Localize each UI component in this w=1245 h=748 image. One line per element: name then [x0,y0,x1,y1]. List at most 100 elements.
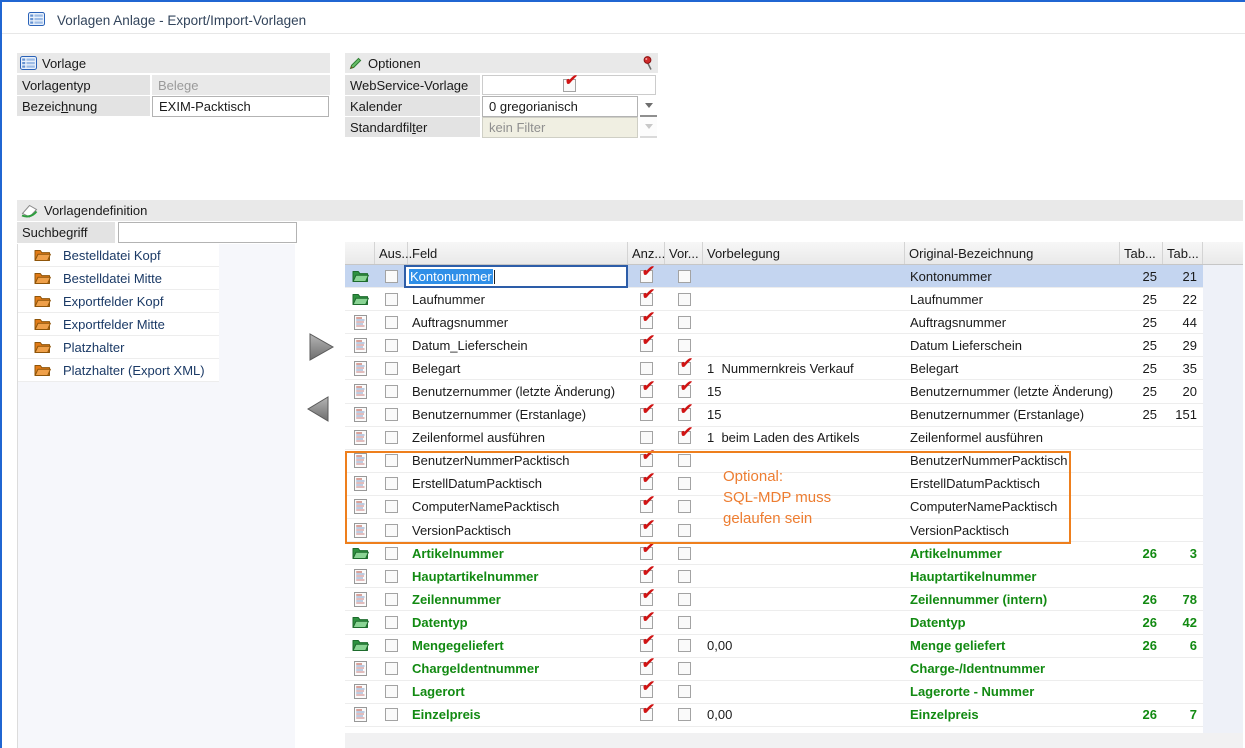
vorbelegung-checkbox[interactable] [678,547,691,560]
pin-icon[interactable] [642,56,654,74]
column-header-aus[interactable]: Aus... [375,242,408,264]
column-header-tab1[interactable]: Tab... [1120,242,1163,264]
feld-cell[interactable]: Einzelpreis [408,704,628,726]
vorbelegung-checkbox[interactable] [678,662,691,675]
aus-checkbox[interactable] [385,339,398,352]
feld-cell[interactable]: Benutzernummer (letzte Änderung) [408,380,628,402]
feld-cell[interactable]: Chargeldentnummer [408,658,628,680]
anzeigen-checkbox[interactable]: ✔ [640,270,653,283]
vorbelegung-checkbox[interactable] [678,616,691,629]
feld-cell[interactable]: Kontonummer [408,265,628,287]
anzeigen-checkbox[interactable]: ✔ [640,316,653,329]
kalender-dropdown-button[interactable] [640,96,657,117]
anzeigen-checkbox[interactable] [640,431,653,444]
aus-checkbox[interactable] [385,408,398,421]
vorbelegung-checkbox[interactable] [678,593,691,606]
table-row[interactable]: Kontonummer✔Kontonummer2521 [345,265,1203,288]
anzeigen-checkbox[interactable]: ✔ [640,293,653,306]
vorbelegung-checkbox[interactable] [678,708,691,721]
vorbelegung-checkbox[interactable] [678,454,691,467]
kalender-select[interactable]: 0 gregorianisch [482,96,638,117]
column-header-vorbelegung[interactable]: Vorbelegung [703,242,905,264]
feld-cell[interactable]: Auftragsnummer [408,311,628,333]
aus-checkbox[interactable] [385,477,398,490]
anzeigen-checkbox[interactable]: ✔ [640,454,653,467]
folder-item[interactable]: Bestelldatei Kopf [18,244,219,267]
feld-cell[interactable]: Zeilenformel ausführen [408,427,628,449]
table-row[interactable]: Mengegeliefert✔0,00Menge geliefert266 [345,635,1203,658]
aus-checkbox[interactable] [385,431,398,444]
table-row[interactable]: Artikelnummer✔Artikelnummer263 [345,542,1203,565]
aus-checkbox[interactable] [385,570,398,583]
anzeigen-checkbox[interactable]: ✔ [640,500,653,513]
feld-cell[interactable]: Lagerort [408,681,628,703]
feld-cell[interactable]: ErstellDatumPacktisch [408,473,628,495]
table-row[interactable]: Hauptartikelnummer✔Hauptartikelnummer [345,565,1203,588]
folder-item[interactable]: Platzhalter (Export XML) [18,359,219,382]
suchbegriff-input[interactable] [118,222,297,243]
anzeigen-checkbox[interactable]: ✔ [640,339,653,352]
table-row[interactable]: Zeilenformel ausführen✔1 beim Laden des … [345,427,1203,450]
column-header-original-bezeichnung[interactable]: Original-Bezeichnung [905,242,1120,264]
table-row[interactable]: Belegart✔1 Nummernkreis VerkaufBelegart2… [345,357,1203,380]
folder-item[interactable]: Bestelldatei Mitte [18,267,219,290]
move-left-arrow-button[interactable] [306,396,330,425]
vorbelegung-checkbox[interactable] [678,500,691,513]
table-row[interactable]: Chargeldentnummer✔Charge-/Identnummer [345,658,1203,681]
feld-cell[interactable]: Datum_Lieferschein [408,334,628,356]
vorbelegung-checkbox[interactable]: ✔ [678,431,691,444]
table-row[interactable]: Benutzernummer (Erstanlage)✔✔15Benutzern… [345,404,1203,427]
anzeigen-checkbox[interactable]: ✔ [640,593,653,606]
webservice-checkbox[interactable]: ✔ [563,79,576,92]
vorbelegung-checkbox[interactable]: ✔ [678,362,691,375]
feld-cell[interactable]: Mengegeliefert [408,635,628,657]
column-header-feld[interactable]: Feld [408,242,628,264]
feld-cell[interactable]: Hauptartikelnummer [408,565,628,587]
aus-checkbox[interactable] [385,454,398,467]
folder-item[interactable]: Platzhalter [18,336,219,359]
vorbelegung-checkbox[interactable] [678,477,691,490]
anzeigen-checkbox[interactable]: ✔ [640,708,653,721]
anzeigen-checkbox[interactable]: ✔ [640,639,653,652]
anzeigen-checkbox[interactable]: ✔ [640,570,653,583]
table-row[interactable]: Zeilennummer✔Zeilennummer (intern)2678 [345,588,1203,611]
aus-checkbox[interactable] [385,639,398,652]
move-right-arrow-button[interactable] [308,333,335,364]
vorbelegung-checkbox[interactable] [678,524,691,537]
feld-cell[interactable]: Belegart [408,357,628,379]
vorbelegung-checkbox[interactable] [678,639,691,652]
column-header-tab2[interactable]: Tab... [1163,242,1203,264]
column-header-anz[interactable]: Anz... [628,242,665,264]
anzeigen-checkbox[interactable] [640,362,653,375]
aus-checkbox[interactable] [385,270,398,283]
table-row[interactable]: Auftragsnummer✔Auftragsnummer2544 [345,311,1203,334]
bezeichnung-input[interactable]: EXIM-Packtisch [152,96,329,117]
vorbelegung-checkbox[interactable] [678,293,691,306]
column-header-vor[interactable]: Vor... [665,242,703,264]
anzeigen-checkbox[interactable]: ✔ [640,662,653,675]
aus-checkbox[interactable] [385,362,398,375]
aus-checkbox[interactable] [385,385,398,398]
feld-cell[interactable]: Laufnummer [408,288,628,310]
vorbelegung-checkbox[interactable] [678,570,691,583]
anzeigen-checkbox[interactable]: ✔ [640,616,653,629]
aus-checkbox[interactable] [385,708,398,721]
aus-checkbox[interactable] [385,293,398,306]
table-row[interactable]: Lagerort✔Lagerorte - Nummer [345,681,1203,704]
aus-checkbox[interactable] [385,524,398,537]
vorbelegung-checkbox[interactable] [678,270,691,283]
aus-checkbox[interactable] [385,685,398,698]
aus-checkbox[interactable] [385,547,398,560]
aus-checkbox[interactable] [385,500,398,513]
anzeigen-checkbox[interactable]: ✔ [640,408,653,421]
vorbelegung-checkbox[interactable]: ✔ [678,408,691,421]
table-row[interactable]: Einzelpreis✔0,00Einzelpreis267 [345,704,1203,727]
vorbelegung-checkbox[interactable]: ✔ [678,385,691,398]
anzeigen-checkbox[interactable]: ✔ [640,524,653,537]
anzeigen-checkbox[interactable]: ✔ [640,547,653,560]
anzeigen-checkbox[interactable]: ✔ [640,385,653,398]
table-row[interactable]: Benutzernummer (letzte Änderung)✔✔15Benu… [345,380,1203,403]
folder-item[interactable]: Exportfelder Mitte [18,313,219,336]
table-row[interactable]: Datentyp✔Datentyp2642 [345,611,1203,634]
table-row[interactable]: Laufnummer✔Laufnummer2522 [345,288,1203,311]
